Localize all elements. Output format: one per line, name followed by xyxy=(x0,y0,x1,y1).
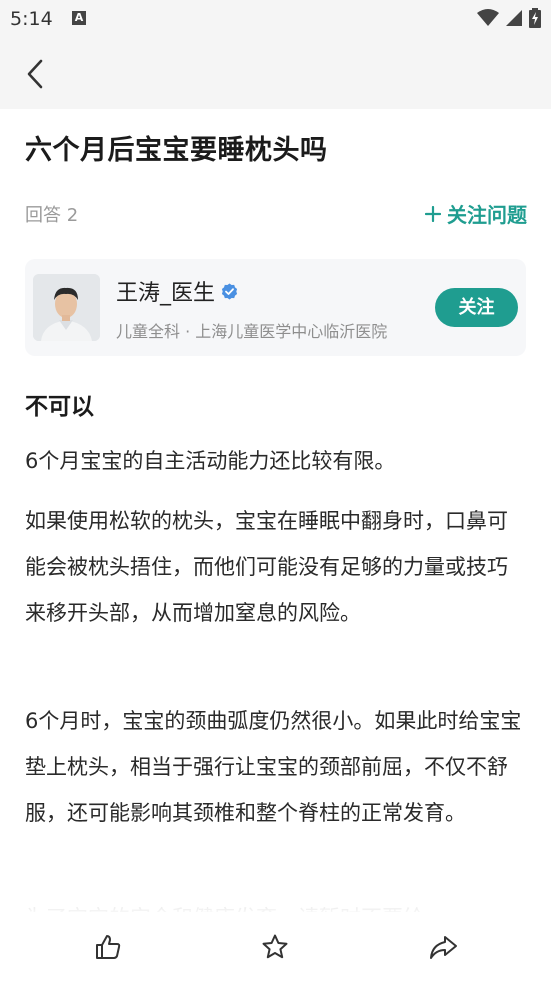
answer-paragraph: 6个月时，宝宝的颈曲弧度仍然很小。如果此时给宝宝垫上枕头，相当于强行让宝宝的颈部… xyxy=(25,709,522,825)
wifi-icon xyxy=(477,9,499,26)
thumbs-up-icon xyxy=(96,935,121,959)
nav-bar xyxy=(0,38,551,109)
back-button[interactable] xyxy=(18,54,52,94)
doctor-name-row[interactable]: 王涛_医生 xyxy=(116,275,238,307)
answers-count: 回答 2 xyxy=(25,205,79,226)
follow-question-label: 关注问题 xyxy=(447,203,527,227)
signal-icon xyxy=(506,10,522,26)
share-button[interactable] xyxy=(426,930,460,964)
like-button[interactable] xyxy=(91,930,125,964)
doctor-avatar[interactable] xyxy=(33,274,100,341)
notification-icon: A xyxy=(72,11,86,25)
answer-paragraph: 如果使用松软的枕头，宝宝在睡眠中翻身时，口鼻可能会被枕头捂住，而他们可能没有足够… xyxy=(25,509,508,625)
doctor-portrait-image xyxy=(33,274,100,341)
battery-charging-icon xyxy=(529,8,541,28)
plus-icon xyxy=(425,205,441,222)
question-title: 六个月后宝宝要睡枕头吗 xyxy=(25,135,328,166)
share-icon xyxy=(430,936,457,959)
answer-heading: 不可以 xyxy=(25,394,94,420)
chevron-left-icon xyxy=(27,59,43,89)
bottom-action-bar xyxy=(0,912,551,981)
answer-paragraph: 6个月宝宝的自主活动能力还比较有限。 xyxy=(25,449,396,473)
status-time: 5:14 xyxy=(10,8,53,30)
status-bar: 5:14 A xyxy=(0,0,551,38)
follow-doctor-button[interactable]: 关注 xyxy=(435,288,518,327)
star-icon xyxy=(262,934,288,959)
follow-question-button[interactable]: 关注问题 xyxy=(425,199,527,228)
verified-badge-icon xyxy=(221,283,238,299)
doctor-name[interactable]: 王涛_医生 xyxy=(116,275,215,307)
status-icons xyxy=(477,8,541,28)
doctor-description: 儿童全科 · 上海儿童医学中心临沂医院 xyxy=(116,322,388,341)
favorite-button[interactable] xyxy=(258,930,292,964)
doctor-card[interactable]: 王涛_医生 儿童全科 · 上海儿童医学中心临沂医院 关注 xyxy=(25,259,526,356)
